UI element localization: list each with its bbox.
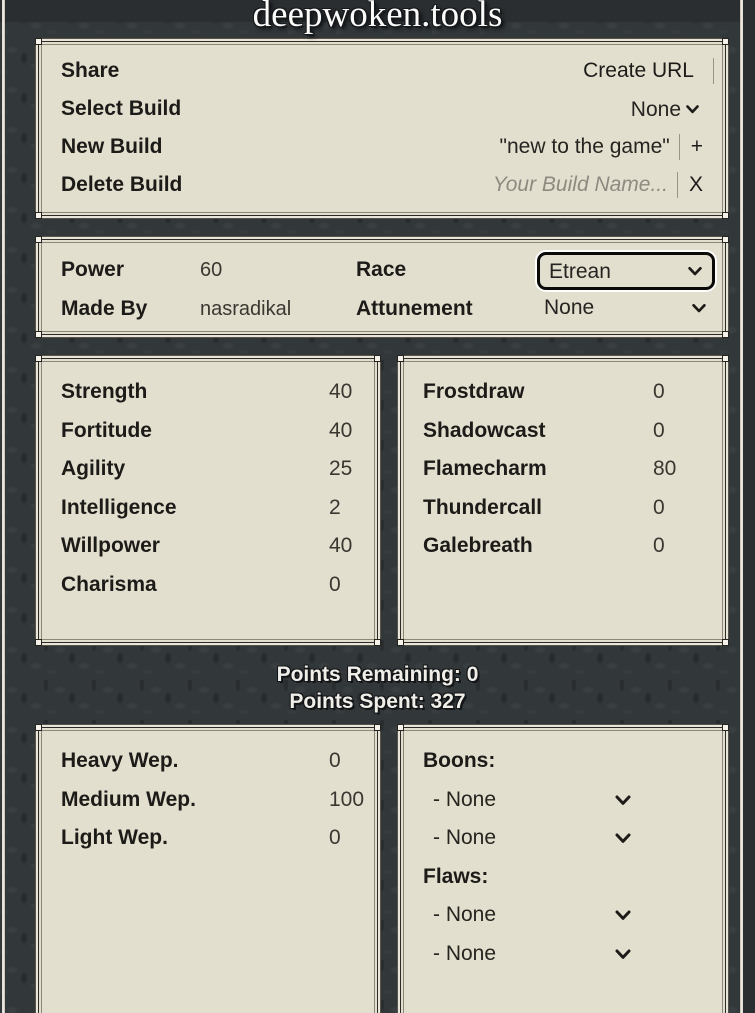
add-build-button[interactable]: + — [689, 135, 705, 159]
stat-row[interactable]: Fortitude 40 — [61, 412, 357, 451]
new-build-name-value: "new to the game" — [499, 135, 670, 158]
flaw-row[interactable]: - None — [423, 896, 705, 935]
attunement-name: Frostdraw — [423, 380, 525, 404]
stat-value: 40 — [329, 534, 353, 558]
stat-row[interactable]: Intelligence 2 — [61, 489, 357, 528]
attunement-name: Thundercall — [423, 495, 543, 519]
attunement-row[interactable]: Shadowcast 0 — [423, 412, 705, 451]
attunement-dropdown-wrap: None — [542, 296, 712, 319]
boon-row[interactable]: - None — [423, 819, 705, 858]
boon-label: - None — [433, 826, 497, 850]
weapon-row[interactable]: Heavy Wep. 0 — [61, 742, 357, 781]
right-edge-gutter — [743, 0, 755, 1013]
attunement-value: 0 — [653, 495, 665, 519]
weapon-row[interactable]: Medium Wep. 100 — [61, 781, 364, 820]
stat-row[interactable]: Agility 25 — [61, 450, 357, 489]
new-build-label: New Build — [61, 135, 163, 158]
stat-value: 0 — [329, 572, 341, 596]
attunements-panel: Frostdraw 0 Shadowcast 0 Flamecharm 80 T… — [397, 355, 729, 646]
attunement-row[interactable]: Thundercall 0 — [423, 489, 705, 528]
page-title: deepwoken.tools — [252, 0, 503, 35]
flaw-row[interactable]: - None — [423, 935, 705, 974]
stat-value: 40 — [329, 418, 353, 442]
made-by-label: Made By — [61, 297, 148, 320]
stat-row[interactable]: Charisma 0 — [61, 566, 357, 605]
select-build-dropdown[interactable]: None — [626, 97, 703, 121]
boons-flaws-panel: Boons: - None - None Flaws: - None - Non… — [397, 724, 729, 1013]
attunement-value: 80 — [653, 457, 677, 481]
weapon-name: Medium Wep. — [61, 787, 196, 811]
build-management-panel: Share Create URL Select Build None New B… — [35, 38, 729, 219]
row-share: Share Create URL — [61, 52, 714, 90]
stat-value: 25 — [329, 457, 353, 481]
attunement-name: Flamecharm — [423, 457, 547, 481]
stat-name: Charisma — [61, 572, 157, 596]
delete-build-button[interactable]: X — [687, 173, 705, 197]
stat-row[interactable]: Willpower 40 — [61, 527, 357, 566]
race-dropdown[interactable]: Etrean — [549, 259, 704, 283]
divider — [678, 134, 680, 160]
weapon-value: 0 — [329, 826, 341, 850]
select-build-label: Select Build — [61, 97, 182, 120]
chevron-down-icon[interactable] — [613, 790, 633, 810]
weapon-name: Light Wep. — [61, 826, 168, 850]
attunement-value: 0 — [653, 380, 665, 404]
boons-heading: Boons: — [423, 749, 496, 773]
weapons-panel: Heavy Wep. 0 Medium Wep. 100 Light Wep. … — [35, 724, 381, 1013]
stat-value: 2 — [329, 495, 341, 519]
race-dropdown-wrap: Etrean — [537, 252, 715, 290]
row-delete-build: Delete Build Your Build Name... X — [61, 166, 705, 204]
race-label: Race — [356, 258, 407, 281]
attunement-value: 0 — [653, 418, 665, 442]
share-label: Share — [61, 59, 120, 82]
attunement-name: Galebreath — [423, 534, 533, 558]
attunement-row[interactable]: Flamecharm 80 — [423, 450, 705, 489]
power-label: Power — [61, 258, 125, 281]
flaws-heading: Flaws: — [423, 864, 489, 888]
flaw-label: - None — [433, 903, 497, 927]
weapon-value: 100 — [329, 787, 365, 811]
delete-build-label: Delete Build — [61, 173, 183, 196]
attunement-value: 0 — [653, 534, 665, 558]
weapon-name: Heavy Wep. — [61, 749, 179, 773]
select-build-dropdown-wrap: None — [626, 97, 703, 121]
boon-label: - None — [433, 787, 497, 811]
boon-row[interactable]: - None — [423, 781, 705, 820]
power-value: 60 — [200, 259, 223, 281]
stat-value: 40 — [329, 380, 353, 404]
stat-name: Willpower — [61, 534, 160, 558]
weapon-value: 0 — [329, 749, 341, 773]
attunement-row[interactable]: Galebreath 0 — [423, 527, 705, 566]
attunement-row[interactable]: Frostdraw 0 — [423, 373, 705, 412]
base-stats-panel: Strength 40 Fortitude 40 Agility 25 Inte… — [35, 355, 381, 646]
left-edge-rail — [2, 0, 5, 1013]
stat-name: Intelligence — [61, 495, 177, 519]
delete-build-input[interactable]: Your Build Name... — [493, 173, 668, 197]
stat-row[interactable]: Strength 40 — [61, 373, 357, 412]
made-by-value: nasradikal — [200, 298, 292, 320]
stat-name: Fortitude — [61, 418, 152, 442]
attunement-dropdown[interactable]: None — [542, 296, 712, 319]
attunement-name: Shadowcast — [423, 418, 546, 442]
chevron-down-icon[interactable] — [613, 944, 633, 964]
weapon-row[interactable]: Light Wep. 0 — [61, 819, 357, 858]
stat-name: Agility — [61, 457, 126, 481]
row-select-build: Select Build None — [61, 90, 705, 128]
row-new-build: New Build "new to the game" + — [61, 128, 705, 166]
divider — [713, 58, 714, 84]
chevron-down-icon[interactable] — [613, 905, 633, 925]
attunement-label: Attunement — [356, 297, 473, 320]
points-spent: Points Spent: 327 — [289, 690, 466, 713]
divider — [676, 172, 678, 198]
create-url-button[interactable]: Create URL — [583, 59, 704, 83]
stat-name: Strength — [61, 380, 148, 404]
points-remaining: Points Remaining: 0 — [276, 663, 479, 686]
flaw-label: - None — [433, 941, 497, 965]
chevron-down-icon[interactable] — [613, 828, 633, 848]
